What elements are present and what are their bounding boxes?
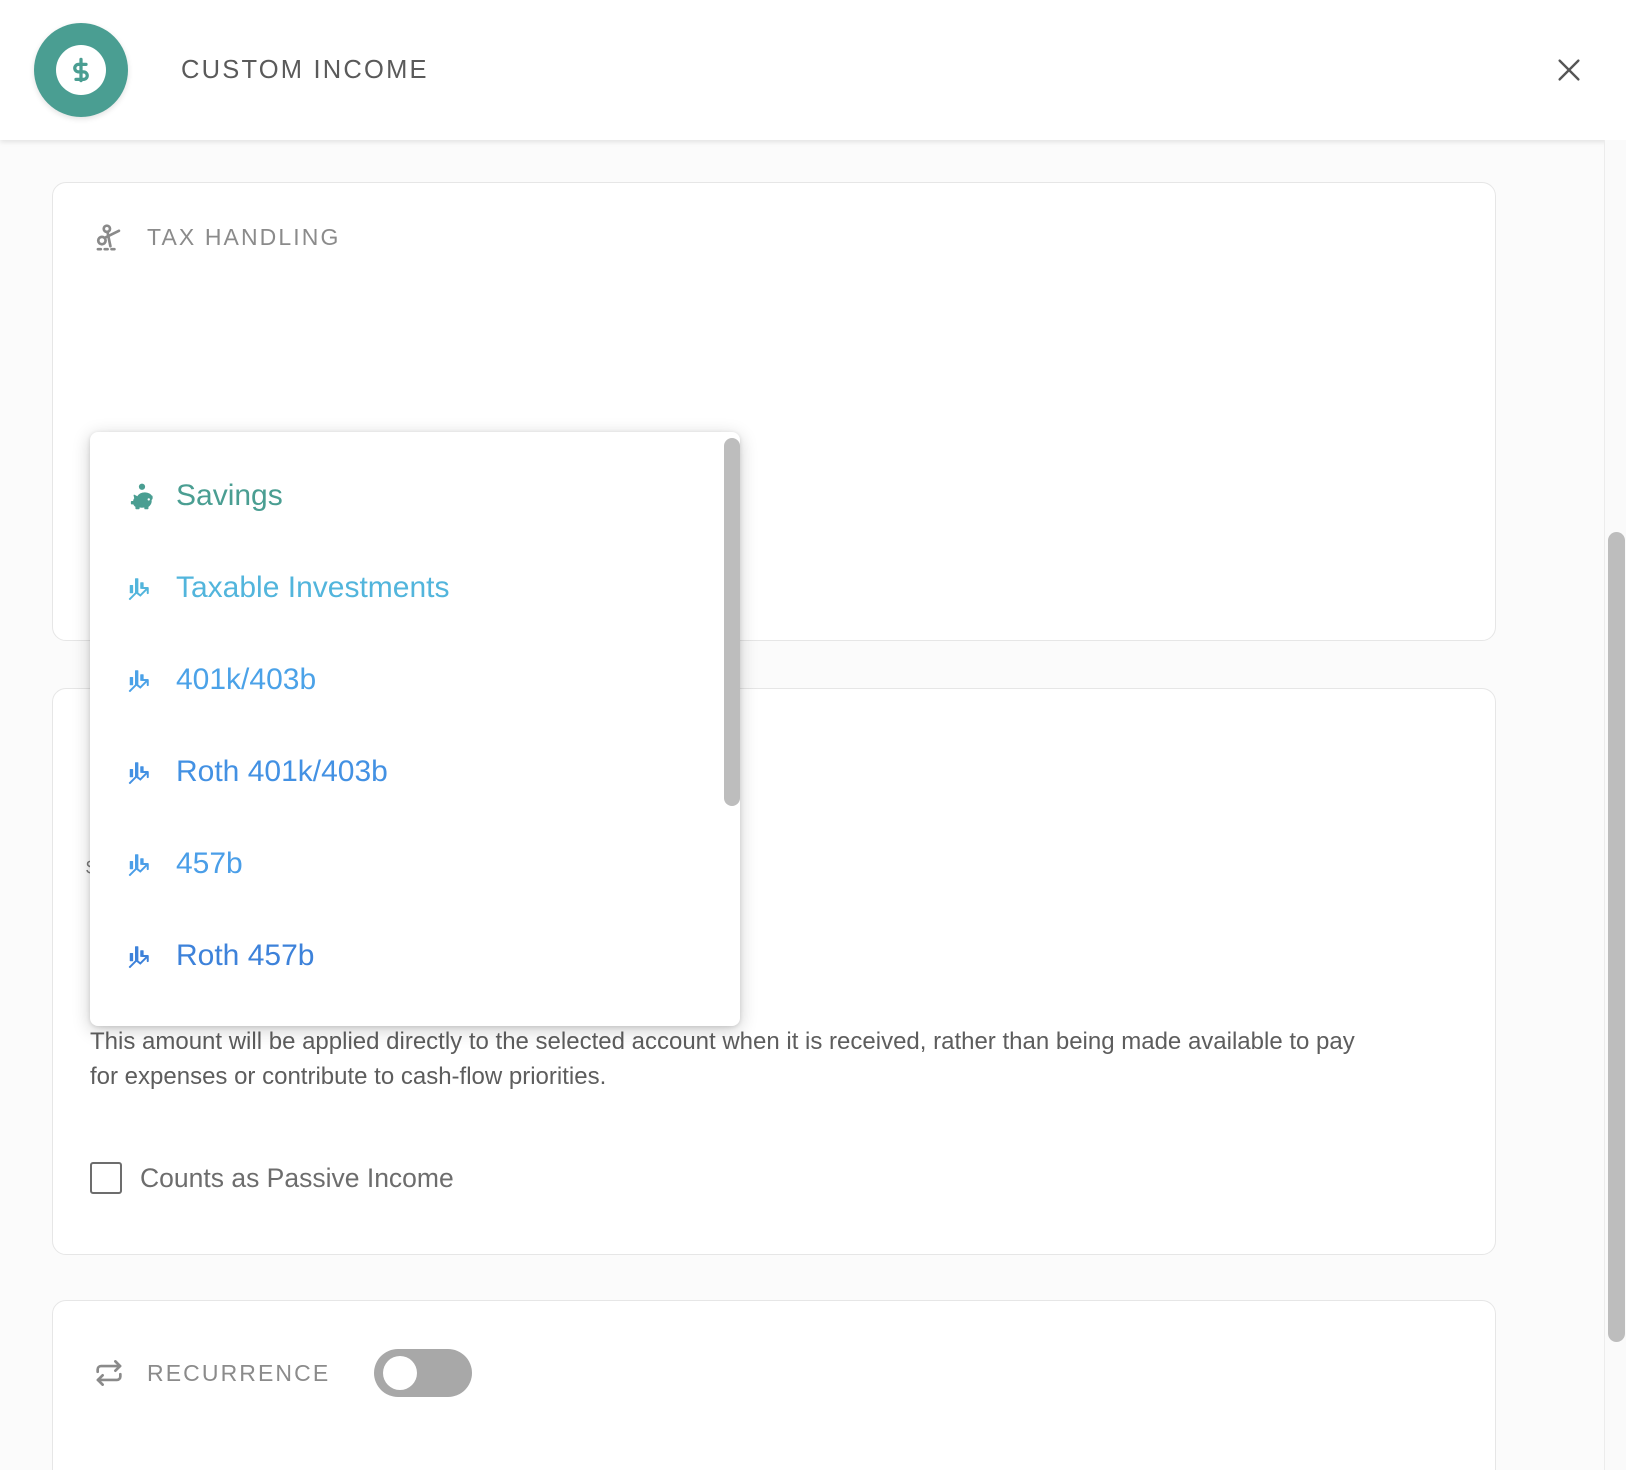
custom-income-badge: [34, 23, 128, 117]
account-dropdown-menu[interactable]: Savings Taxable Investments 401k/403b Roth …: [90, 432, 740, 1026]
recurrence-title: RECURRENCE: [147, 1360, 330, 1387]
repeat-icon: [89, 1353, 129, 1393]
tax-handling-title: TAX HANDLING: [147, 224, 340, 251]
dropdown-scrollbar-thumb[interactable]: [724, 438, 740, 806]
dropdown-item-label: Taxable Investments: [176, 571, 449, 605]
dropdown-item-457b[interactable]: 457b: [90, 818, 740, 910]
chart-growth-icon: [126, 663, 160, 697]
page-scrollbar-thumb[interactable]: [1608, 532, 1625, 1342]
chart-growth-icon: [126, 939, 160, 973]
dropdown-item-roth-401k-403b[interactable]: Roth 401k/403b: [90, 726, 740, 818]
dropdown-item-label: 457b: [176, 847, 243, 881]
dollar-coin-icon: [56, 45, 106, 95]
passive-income-checkbox-row[interactable]: Counts as Passive Income: [90, 1162, 454, 1194]
dropdown-item-label: Savings: [176, 479, 283, 513]
account-dropdown-list: Savings Taxable Investments 401k/403b Roth …: [90, 432, 740, 1002]
dropdown-item-taxable-investments[interactable]: Taxable Investments: [90, 542, 740, 634]
dropdown-item-label: Roth 401k/403b: [176, 755, 388, 789]
scissors-tax-icon: [89, 217, 129, 257]
passive-income-checkbox[interactable]: [90, 1162, 122, 1194]
recurrence-card: RECURRENCE: [52, 1300, 1496, 1470]
recurrence-toggle-knob: [383, 1356, 417, 1390]
close-icon[interactable]: [1546, 47, 1592, 93]
dropdown-item-label: Roth 457b: [176, 939, 314, 973]
recurrence-header: RECURRENCE: [53, 1301, 1495, 1397]
chart-growth-icon: [126, 755, 160, 789]
chart-growth-icon: [126, 847, 160, 881]
page-scrollbar[interactable]: [1604, 140, 1626, 1470]
passive-income-label: Counts as Passive Income: [140, 1163, 454, 1194]
account-help-text: This amount will be applied directly to …: [90, 1024, 1380, 1094]
page-title: CUSTOM INCOME: [181, 56, 429, 85]
modal-header: CUSTOM INCOME: [0, 0, 1626, 140]
tax-handling-header: TAX HANDLING: [53, 183, 1495, 257]
recurrence-toggle[interactable]: [374, 1349, 472, 1397]
dropdown-item-401k-403b[interactable]: 401k/403b: [90, 634, 740, 726]
dropdown-item-roth-457b[interactable]: Roth 457b: [90, 910, 740, 1002]
chart-growth-icon: [126, 571, 160, 605]
modal-body: TAX HANDLING $ Account This amount will …: [0, 140, 1626, 1470]
dropdown-item-label: 401k/403b: [176, 663, 316, 697]
dropdown-scrollbar[interactable]: [724, 432, 740, 1026]
piggy-bank-icon: [126, 479, 160, 513]
dropdown-item-savings[interactable]: Savings: [90, 450, 740, 542]
